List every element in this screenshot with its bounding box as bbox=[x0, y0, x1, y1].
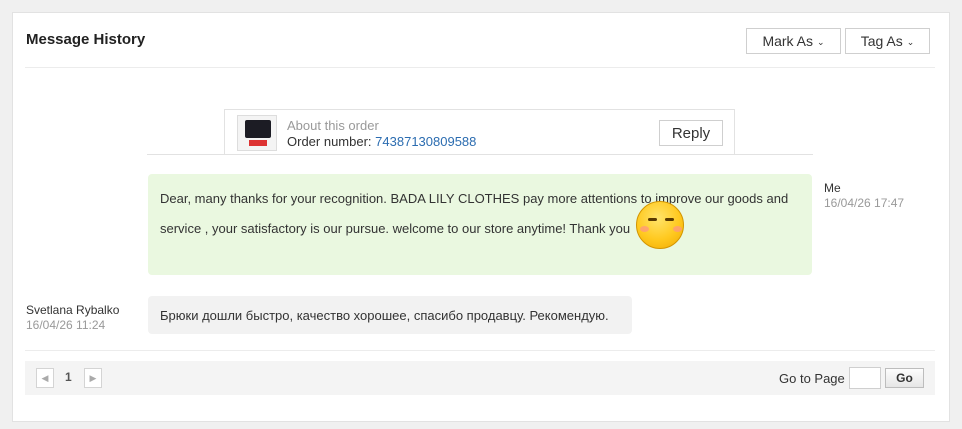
product-thumbnail[interactable] bbox=[237, 115, 277, 151]
brand-mark bbox=[249, 140, 267, 146]
mark-as-button[interactable]: Mark As ⌄ bbox=[746, 28, 841, 54]
next-page-icon[interactable]: ▶ bbox=[84, 368, 102, 388]
order-number-line: Order number: 74387130809588 bbox=[287, 134, 476, 149]
page-title: Message History bbox=[26, 31, 146, 48]
message-timestamp: 16/04/26 11:24 bbox=[26, 318, 106, 332]
order-info-card: About this order Order number: 743871308… bbox=[224, 109, 735, 155]
current-page-number[interactable]: 1 bbox=[65, 370, 72, 384]
header-divider bbox=[25, 67, 935, 68]
goto-page-input[interactable] bbox=[849, 367, 881, 389]
sender-name: Me bbox=[824, 181, 841, 195]
message-timestamp: 16/04/26 17:47 bbox=[824, 196, 905, 210]
message-history-panel: Message History Mark As ⌄ Tag As ⌄ About… bbox=[12, 12, 950, 422]
smiley-cheek bbox=[640, 226, 649, 232]
chevron-down-icon: ⌄ bbox=[906, 36, 915, 47]
smiley-emoji-icon bbox=[636, 201, 684, 249]
message-bubble-me: Dear, many thanks for your recognition. … bbox=[148, 174, 812, 275]
order-card-baseline bbox=[147, 154, 813, 155]
chevron-down-icon: ⌄ bbox=[817, 36, 825, 47]
smiley-eye bbox=[665, 218, 674, 221]
reply-button[interactable]: Reply bbox=[659, 120, 723, 146]
order-number-link[interactable]: 74387130809588 bbox=[375, 134, 476, 149]
sender-name: Svetlana Rybalko bbox=[26, 303, 120, 317]
message-text: Брюки дошли быстро, качество хорошее, сп… bbox=[160, 308, 609, 323]
message-bubble-buyer: Брюки дошли быстро, качество хорошее, сп… bbox=[148, 296, 632, 334]
tag-as-label: Tag As bbox=[860, 33, 903, 49]
goto-page-label: Go to Page bbox=[779, 371, 845, 386]
smiley-eye bbox=[648, 218, 657, 221]
pagination-bar: ◀ 1 ▶ Go to Page Go bbox=[25, 361, 935, 395]
go-button[interactable]: Go bbox=[885, 368, 924, 388]
garment-image bbox=[245, 120, 271, 138]
order-number-label: Order number: bbox=[287, 134, 372, 149]
tag-as-button[interactable]: Tag As ⌄ bbox=[845, 28, 930, 54]
mark-as-label: Mark As bbox=[762, 33, 814, 49]
about-order-label: About this order bbox=[287, 118, 379, 133]
message-text: Dear, many thanks for your recognition. … bbox=[160, 191, 789, 236]
footer-divider bbox=[25, 350, 935, 351]
prev-page-icon[interactable]: ◀ bbox=[36, 368, 54, 388]
smiley-cheek bbox=[673, 226, 682, 232]
